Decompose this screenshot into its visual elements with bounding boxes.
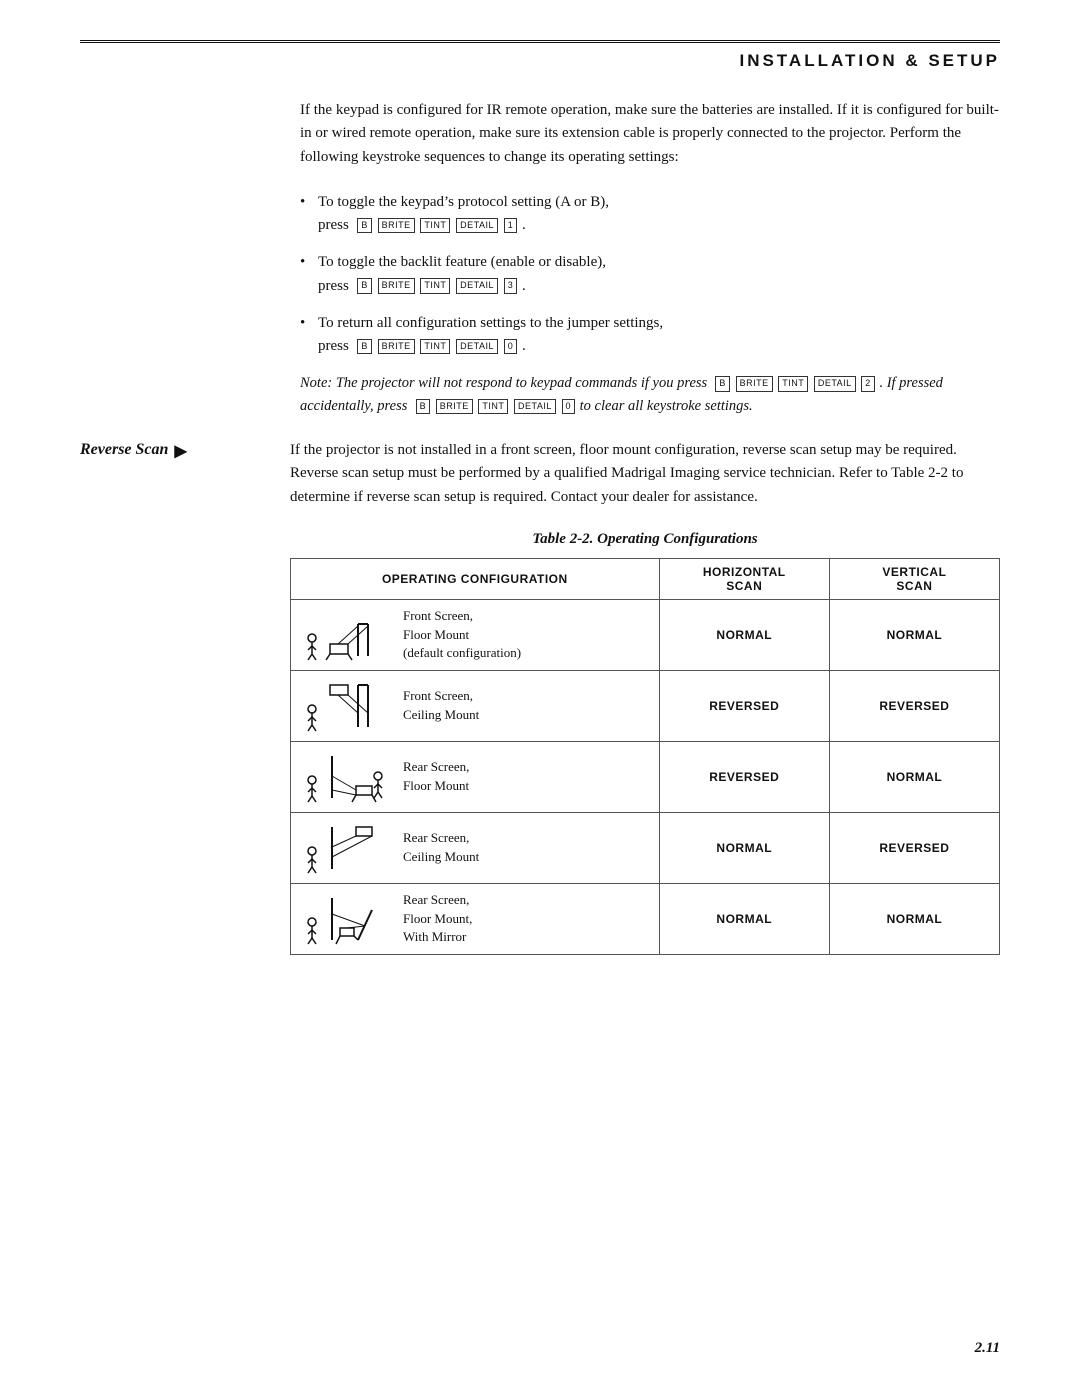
vscan-1: NORMAL (829, 599, 999, 670)
key-b-1: B (357, 218, 372, 234)
th-config: Operating Configuration (291, 558, 660, 599)
config-desc-3: Rear Screen,Floor Mount (403, 758, 469, 796)
th-hscan: HORIZONTALSCAN (659, 558, 829, 599)
config-icon-3 (301, 748, 391, 806)
bullet-item-3: • To return all configuration settings t… (300, 312, 1000, 359)
note-key-2: 2 (861, 376, 875, 392)
config-cell-4: Rear Screen,Ceiling Mount (291, 812, 660, 883)
config-cell-5: Rear Screen,Floor Mount,With Mirror (291, 883, 660, 954)
hscan-5: NORMAL (659, 883, 829, 954)
bullet-text-2: To toggle the backlit feature (enable or… (318, 251, 606, 298)
bullet-item-1: • To toggle the keypad’s protocol settin… (300, 191, 1000, 238)
note-key-0: 0 (562, 399, 576, 415)
bullet-dot-3: • (300, 312, 318, 359)
bullet-dot-1: • (300, 191, 318, 238)
config-cell-1: Front Screen,Floor Mount(default configu… (291, 599, 660, 670)
table-header-row: Operating Configuration HORIZONTALSCAN V… (291, 558, 1000, 599)
config-desc-1: Front Screen,Floor Mount(default configu… (403, 607, 521, 664)
config-icon-2 (301, 677, 391, 735)
hscan-3: REVERSED (659, 741, 829, 812)
vscan-2: REVERSED (829, 670, 999, 741)
front-ceiling-icon (302, 677, 390, 735)
key-b-2: B (357, 278, 372, 294)
front-floor-icon (302, 606, 390, 664)
config-table: Operating Configuration HORIZONTALSCAN V… (290, 558, 1000, 955)
intro-paragraph: If the keypad is configured for IR remot… (300, 99, 1000, 169)
table-row: Rear Screen,Floor Mount REVERSED NORMAL (291, 741, 1000, 812)
config-icon-4 (301, 819, 391, 877)
key-detail-1: DETAIL (456, 218, 498, 234)
note-key-detail-1: DETAIL (814, 376, 856, 392)
config-icon-1 (301, 606, 391, 664)
config-desc-4: Rear Screen,Ceiling Mount (403, 829, 479, 867)
reverse-scan-arrow: ▶ (174, 441, 186, 461)
reverse-scan-section: Reverse Scan ▶ If the projector is not i… (80, 439, 1000, 509)
table-row: Rear Screen,Ceiling Mount NORMAL REVERSE… (291, 812, 1000, 883)
vscan-3: NORMAL (829, 741, 999, 812)
vscan-4: REVERSED (829, 812, 999, 883)
hscan-2: REVERSED (659, 670, 829, 741)
note-key-tint-1: TINT (778, 376, 808, 392)
key-detail-2: DETAIL (456, 278, 498, 294)
key-detail-3: DETAIL (456, 339, 498, 355)
key-brite-2: BRITE (378, 278, 415, 294)
key-brite-3: BRITE (378, 339, 415, 355)
key-brite-1: BRITE (378, 218, 415, 234)
page-title: Installation & Setup (719, 51, 1000, 71)
page-number: 2.11 (975, 1340, 1000, 1357)
key-0-3: 0 (504, 339, 518, 355)
bullet-dot-2: • (300, 251, 318, 298)
bullet-text-1: To toggle the keypad’s protocol setting … (318, 191, 609, 238)
rear-floor-icon (302, 748, 390, 806)
bullet-list: • To toggle the keypad’s protocol settin… (300, 191, 1000, 359)
key-tint-1: TINT (420, 218, 450, 234)
key-tint-2: TINT (420, 278, 450, 294)
config-desc-5: Rear Screen,Floor Mount,With Mirror (403, 891, 472, 948)
config-cell-2: Front Screen,Ceiling Mount (291, 670, 660, 741)
note-section: Note: The projector will not respond to … (300, 372, 1000, 417)
key-1-1: 1 (504, 218, 518, 234)
table-row: Front Screen,Floor Mount(default configu… (291, 599, 1000, 670)
bullet-text-3: To return all configuration settings to … (318, 312, 663, 359)
th-vscan: VERTICALSCAN (829, 558, 999, 599)
page-header: Installation & Setup (80, 40, 1000, 71)
note-key-brite-2: BRITE (436, 399, 473, 415)
table-caption: Table 2-2. Operating Configurations (290, 531, 1000, 548)
key-b-3: B (357, 339, 372, 355)
reverse-scan-label: Reverse Scan ▶ (80, 439, 290, 509)
note-key-brite-1: BRITE (736, 376, 773, 392)
note-key-tint-2: TINT (478, 399, 508, 415)
config-cell-3: Rear Screen,Floor Mount (291, 741, 660, 812)
page: Installation & Setup If the keypad is co… (0, 0, 1080, 1397)
config-icon-5 (301, 890, 391, 948)
table-row: Front Screen,Ceiling Mount REVERSED REVE… (291, 670, 1000, 741)
hscan-1: NORMAL (659, 599, 829, 670)
note-key-detail-2: DETAIL (514, 399, 556, 415)
key-tint-3: TINT (420, 339, 450, 355)
table-row: Rear Screen,Floor Mount,With Mirror NORM… (291, 883, 1000, 954)
note-key-b-1: B (715, 376, 730, 392)
rear-ceiling-icon (302, 819, 390, 877)
note-key-b-2: B (416, 399, 431, 415)
bullet-item-2: • To toggle the backlit feature (enable … (300, 251, 1000, 298)
rear-floor-mirror-icon (302, 890, 390, 948)
reverse-scan-content: If the projector is not installed in a f… (290, 439, 1000, 509)
vscan-5: NORMAL (829, 883, 999, 954)
key-3-2: 3 (504, 278, 518, 294)
hscan-4: NORMAL (659, 812, 829, 883)
config-desc-2: Front Screen,Ceiling Mount (403, 687, 479, 725)
